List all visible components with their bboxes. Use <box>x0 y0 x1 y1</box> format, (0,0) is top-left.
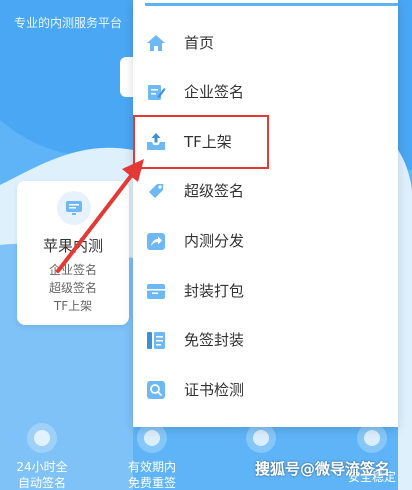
flask-icon <box>246 423 276 453</box>
clock-24-icon <box>27 423 57 453</box>
panel-top-bar <box>145 3 398 6</box>
feature-card-apple-beta[interactable]: 苹果内测 企业签名 超级签名 TF上架 <box>17 181 129 325</box>
nav-menu-panel: 首页 企业签名 TF上架 超级签名 内测分发 封装打包 免签封装 证书检测 <box>133 0 398 427</box>
card-title: 苹果内测 <box>42 237 103 255</box>
menu-item-enterprise-sign[interactable]: 企业签名 <box>133 72 398 112</box>
card-line-tf: TF上架 <box>53 299 93 313</box>
tag-icon <box>149 184 163 198</box>
edit-icon <box>148 85 166 100</box>
search-doc-icon <box>147 381 165 399</box>
menu-item-beta-distribution[interactable]: 内测分发 <box>133 221 398 261</box>
share-arrow-icon <box>147 233 165 250</box>
package-icon <box>147 284 165 299</box>
watermark: 搜狐号@微导流签名 <box>255 460 391 478</box>
home-icon <box>147 35 165 51</box>
list-icon <box>147 332 165 349</box>
menu-item-super-sign[interactable]: 超级签名 <box>133 171 398 211</box>
pen-icon <box>137 423 167 453</box>
card-line-super: 超级签名 <box>48 281 97 295</box>
menu-item-signfree-package[interactable]: 免签封装 <box>133 320 398 360</box>
card-line-enterprise: 企业签名 <box>48 263 97 277</box>
book-icon <box>357 423 387 453</box>
highlight-box-tf <box>133 115 269 169</box>
menu-item-package[interactable]: 封装打包 <box>133 271 398 311</box>
header-subtitle: 专业的内测服务平台 <box>14 16 123 30</box>
menu-item-home[interactable]: 首页 <box>133 23 398 63</box>
monitor-icon <box>57 191 91 225</box>
feature-free-resign: 有效期内 免费重签 <box>120 423 184 490</box>
menu-item-cert-check[interactable]: 证书检测 <box>133 370 398 410</box>
feature-24h: 24小时全 自动签名 <box>10 423 74 490</box>
